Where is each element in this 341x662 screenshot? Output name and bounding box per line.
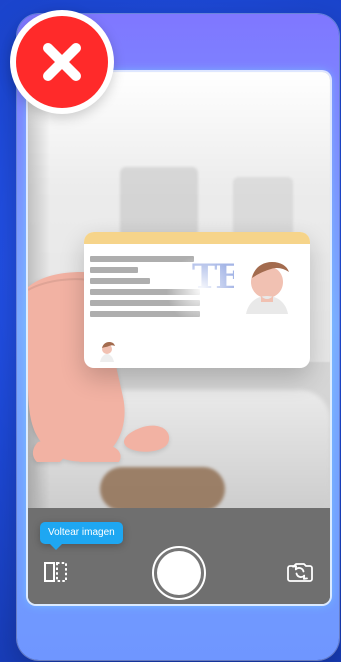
close-icon (43, 43, 81, 81)
id-small-avatar (100, 342, 115, 362)
flip-image-button[interactable] (38, 558, 74, 586)
id-card-line (90, 278, 150, 284)
id-photo-avatar (234, 248, 300, 314)
camera-preview: TE (28, 72, 330, 511)
id-card-header (84, 232, 310, 244)
background-table (100, 467, 225, 511)
glare-highlight (166, 255, 236, 325)
error-badge (10, 10, 114, 114)
camera-viewfinder: TE Voltear imagen (28, 72, 330, 604)
camera-shutter-icon (157, 551, 201, 595)
id-card-line (90, 256, 194, 262)
id-card-line (90, 267, 138, 273)
capture-button[interactable] (152, 546, 206, 600)
error-badge-red (16, 16, 108, 108)
flip-image-tooltip-text: Voltear imagen (48, 527, 115, 538)
flip-image-tooltip: Voltear imagen (40, 522, 123, 550)
flip-image-icon (44, 562, 67, 582)
switch-camera-icon (287, 563, 313, 582)
switch-camera-button[interactable] (284, 558, 316, 586)
